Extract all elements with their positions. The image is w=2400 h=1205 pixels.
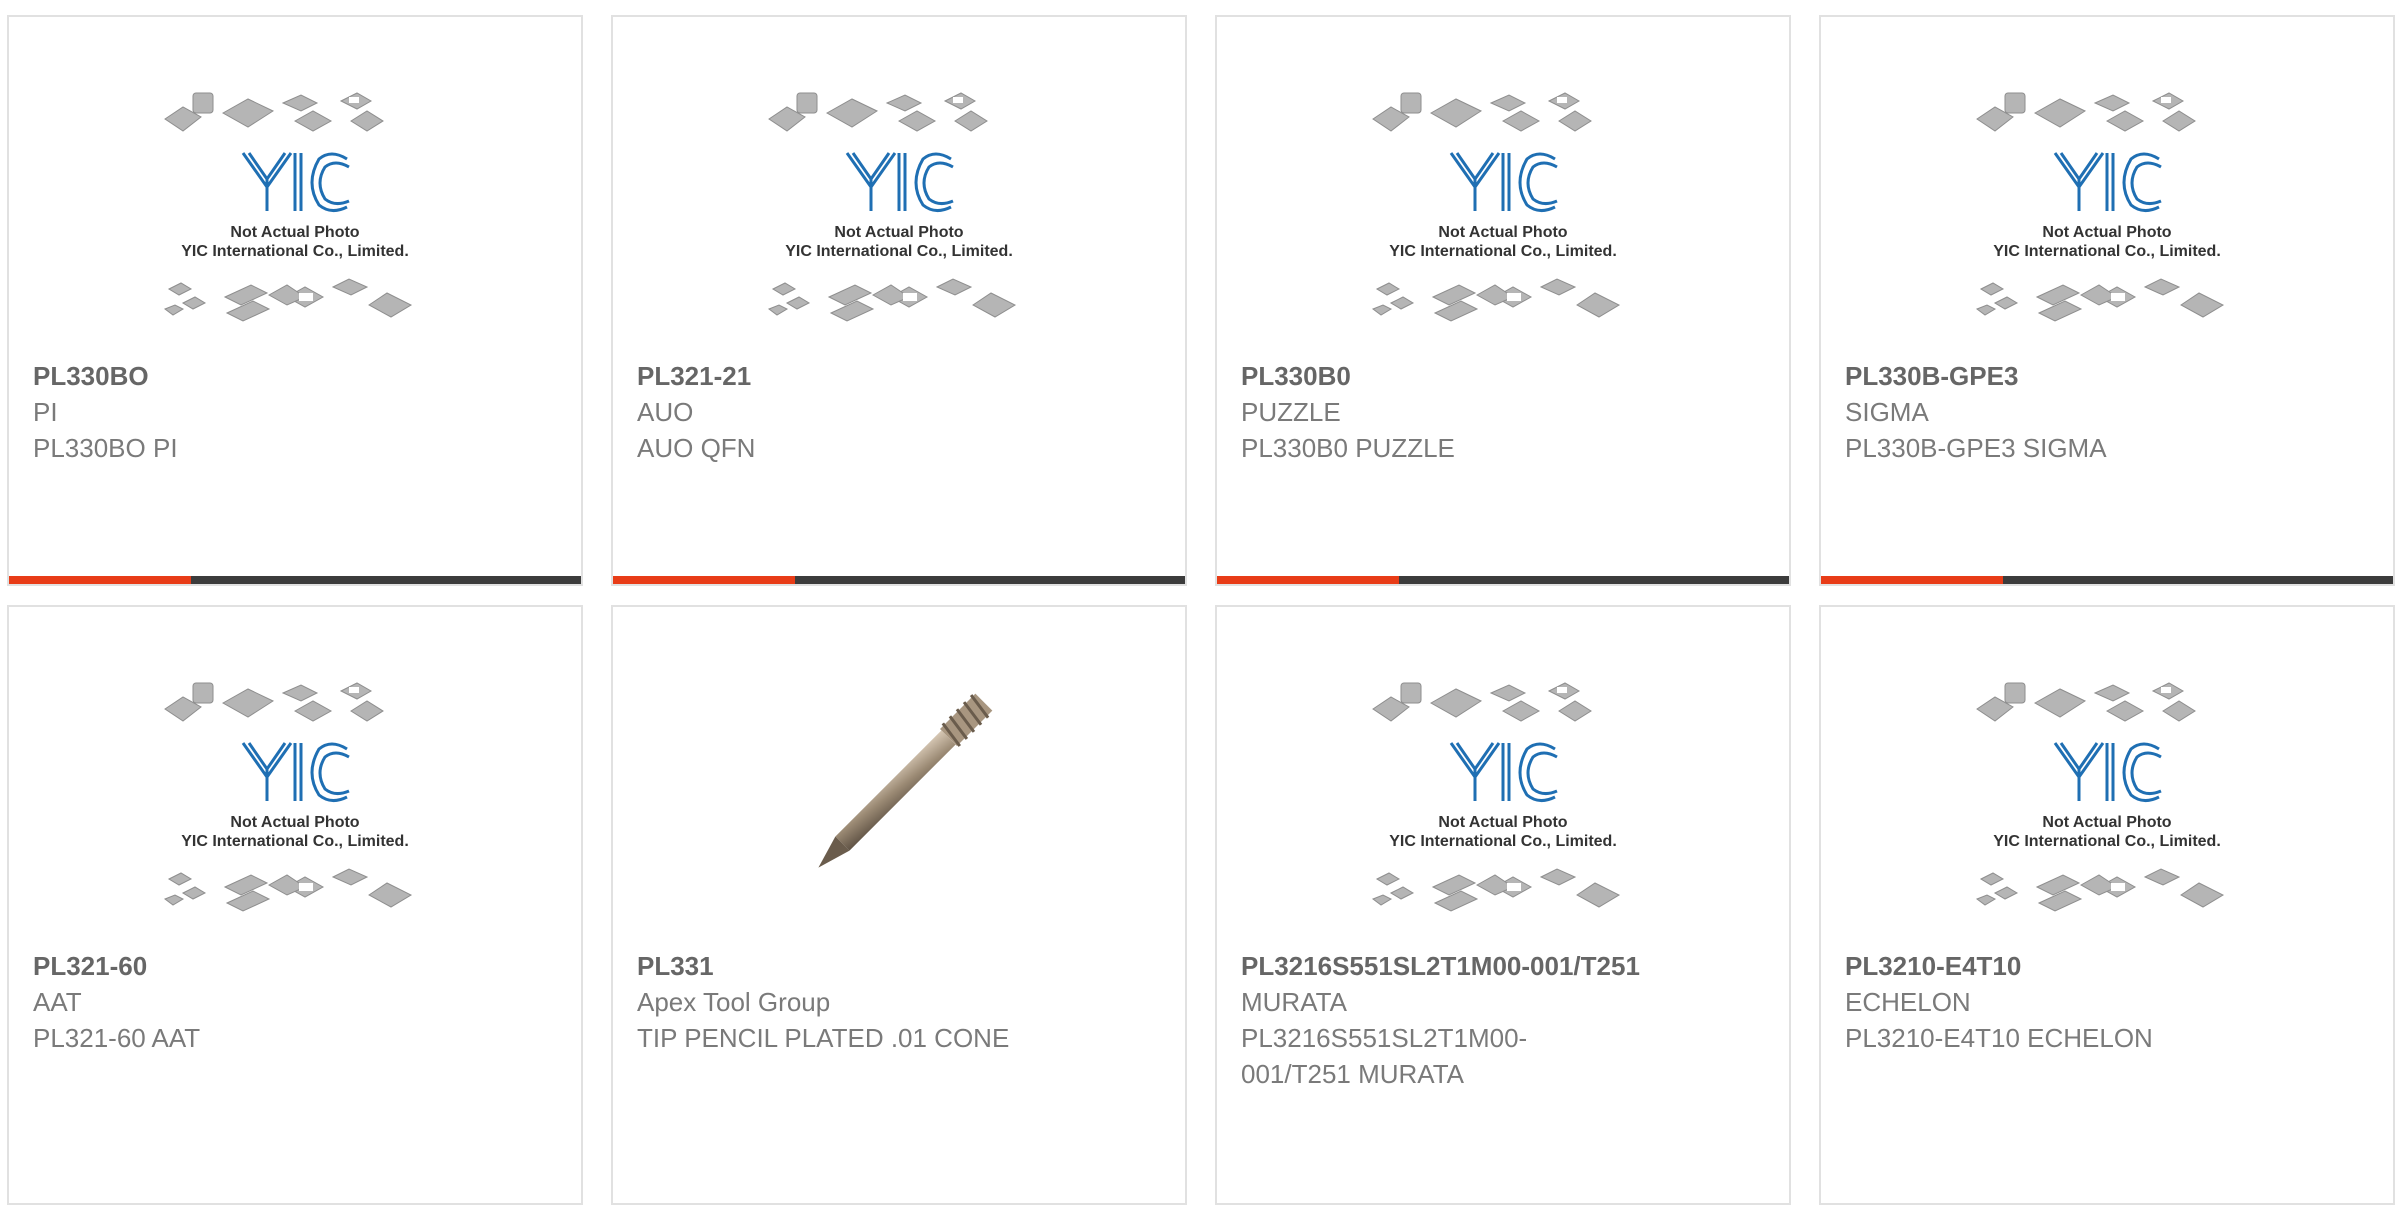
product-image[interactable] (613, 677, 1185, 947)
chip-placeholder-image (1967, 87, 2247, 327)
description-label: TIP PENCIL PLATED .01 CONE (637, 1023, 1010, 1053)
card-accent (1217, 576, 1399, 584)
product-image[interactable] (1821, 677, 2393, 947)
chip-placeholder-image (1967, 677, 2247, 917)
chip-placeholder-image (155, 677, 435, 917)
description-label: PL3216S551SL2T1M00-001/T251 MURATA (1241, 1023, 1528, 1089)
part-number-link[interactable]: PL321-21 (637, 358, 1161, 394)
product-image[interactable] (613, 87, 1185, 357)
part-number-link[interactable]: PL330BO (33, 358, 557, 394)
product-card[interactable]: PL330BO PI PL330BO PI (7, 15, 583, 586)
description-label: PL3210-E4T10 ECHELON (1845, 1023, 2153, 1053)
chip-placeholder-image (759, 87, 1039, 327)
description-label: PL330B0 PUZZLE (1241, 433, 1455, 463)
manufacturer-label: PI (33, 397, 58, 427)
manufacturer-label: SIGMA (1845, 397, 1929, 427)
card-bottom-bar (613, 576, 1185, 584)
chip-placeholder-image (155, 87, 435, 327)
part-number-link[interactable]: PL3210-E4T10 (1845, 948, 2369, 984)
product-image[interactable] (1217, 677, 1789, 947)
card-bottom-bar (1217, 576, 1789, 584)
chip-placeholder-image (1363, 87, 1643, 327)
product-card[interactable]: PL3210-E4T10 ECHELON PL3210-E4T10 ECHELO… (1819, 605, 2395, 1205)
part-number-link[interactable]: PL331 (637, 948, 1161, 984)
chip-placeholder-image (1363, 677, 1643, 917)
card-bottom-bar (1821, 576, 2393, 584)
manufacturer-label: Apex Tool Group (637, 987, 831, 1017)
description-label: PL330BO PI (33, 433, 178, 463)
product-card[interactable]: PL330B0 PUZZLE PL330B0 PUZZLE (1215, 15, 1791, 586)
manufacturer-label: ECHELON (1845, 987, 1971, 1017)
part-number-link[interactable]: PL330B-GPE3 (1845, 358, 2369, 394)
description-label: PL321-60 AAT (33, 1023, 201, 1053)
product-image[interactable] (1821, 87, 2393, 357)
product-card[interactable]: PL3216S551SL2T1M00-001/T251 MURATA PL321… (1215, 605, 1791, 1205)
part-number-link[interactable]: PL321-60 (33, 948, 557, 984)
card-accent (1821, 576, 2003, 584)
card-accent (9, 576, 191, 584)
manufacturer-label: PUZZLE (1241, 397, 1341, 427)
manufacturer-label: AAT (33, 987, 82, 1017)
description-label: PL330B-GPE3 SIGMA (1845, 433, 2107, 463)
card-accent (613, 576, 795, 584)
manufacturer-label: AUO (637, 397, 694, 427)
product-image[interactable] (9, 677, 581, 947)
manufacturer-label: MURATA (1241, 987, 1347, 1017)
description-label: AUO QFN (637, 433, 756, 463)
product-card[interactable]: PL321-21 AUO AUO QFN (611, 15, 1187, 586)
product-card[interactable]: PL321-60 AAT PL321-60 AAT (7, 605, 583, 1205)
part-number-link[interactable]: PL330B0 (1241, 358, 1765, 394)
part-number-link[interactable]: PL3216S551SL2T1M00-001/T251 (1241, 948, 1640, 984)
solder-tip-image (789, 677, 1009, 897)
product-card[interactable]: PL330B-GPE3 SIGMA PL330B-GPE3 SIGMA (1819, 15, 2395, 586)
product-card[interactable]: PL331 Apex Tool Group TIP PENCIL PLATED … (611, 605, 1187, 1205)
product-image[interactable] (1217, 87, 1789, 357)
card-bottom-bar (9, 576, 581, 584)
product-image[interactable] (9, 87, 581, 357)
